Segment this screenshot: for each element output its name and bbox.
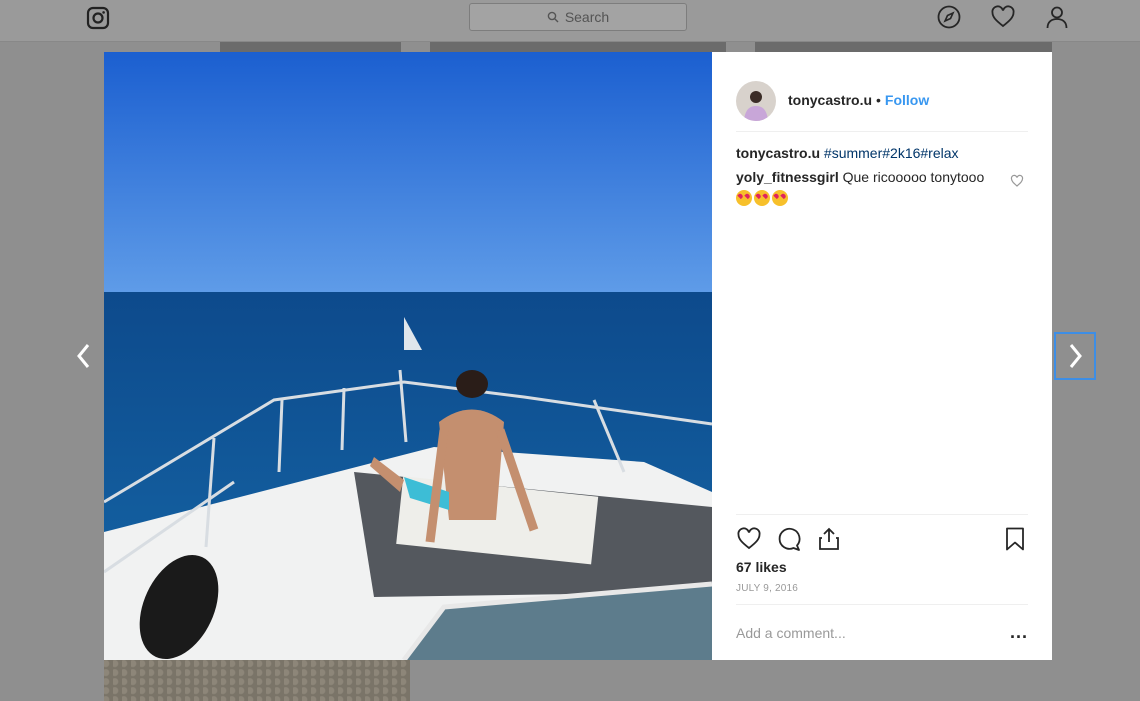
add-comment-input[interactable]: [736, 624, 976, 641]
post-sidebar: tonycastro.u • Follow tonycastro.u #summer…: [712, 52, 1052, 660]
avatar[interactable]: [736, 80, 776, 121]
search-placeholder: Search: [564, 9, 610, 25]
follow-button[interactable]: Follow: [885, 92, 929, 108]
profile-user-icon[interactable]: [1044, 4, 1070, 30]
post-modal: tonycastro.u • Follow tonycastro.u #summer…: [104, 52, 1052, 660]
likes-count[interactable]: 67 likes: [736, 559, 1028, 575]
background-thumbnail: [755, 42, 1052, 52]
activity-heart-icon[interactable]: [990, 4, 1016, 30]
explore-compass-icon[interactable]: [936, 4, 962, 30]
next-post-button[interactable]: [1054, 332, 1096, 380]
post-actions: 67 likes JULY 9, 2016: [736, 514, 1028, 594]
background-thumbnail: [104, 660, 410, 701]
background-thumbnail: [430, 42, 726, 52]
search-icon: [547, 11, 559, 23]
previous-post-button[interactable]: [68, 340, 100, 372]
caption: tonycastro.u #summer#2k16#relax: [736, 144, 1028, 162]
more-options-button[interactable]: ...: [1010, 622, 1028, 643]
comment-text: Que ricooooo tonytooo: [842, 169, 985, 185]
comment-bubble-icon[interactable]: [776, 526, 802, 552]
caption-hashtags[interactable]: #summer#2k16#relax: [824, 145, 959, 161]
add-comment-area: ...: [736, 604, 1028, 660]
instagram-logo-icon[interactable]: [86, 6, 110, 30]
chevron-left-icon: [77, 344, 90, 368]
search-bar[interactable]: Search: [469, 3, 687, 31]
share-upload-icon[interactable]: [816, 526, 842, 552]
like-comment-heart-icon[interactable]: [1010, 174, 1024, 188]
comment-username[interactable]: yoly_fitnessgirl: [736, 169, 839, 185]
heart-eyes-emoji-icon: [772, 190, 788, 207]
post-author-username[interactable]: tonycastro.u: [788, 92, 872, 108]
top-navigation-bar: Search: [0, 0, 1140, 42]
like-heart-icon[interactable]: [736, 526, 762, 552]
heart-eyes-emoji-icon: [754, 190, 770, 207]
caption-username[interactable]: tonycastro.u: [736, 145, 820, 161]
post-date: JULY 9, 2016: [736, 583, 799, 594]
heart-eyes-emoji-icon: [736, 190, 752, 207]
bookmark-icon[interactable]: [1002, 526, 1028, 552]
separator-dot: •: [876, 91, 881, 108]
post-header: tonycastro.u • Follow: [736, 70, 1028, 132]
post-photo[interactable]: [104, 52, 712, 660]
comment-item: yoly_fitnessgirl Que ricooooo tonytooo: [736, 168, 1028, 207]
background-thumbnail: [220, 42, 401, 52]
chevron-right-icon: [1069, 344, 1082, 368]
comments-section: tonycastro.u #summer#2k16#relax yoly_fit…: [736, 144, 1028, 207]
